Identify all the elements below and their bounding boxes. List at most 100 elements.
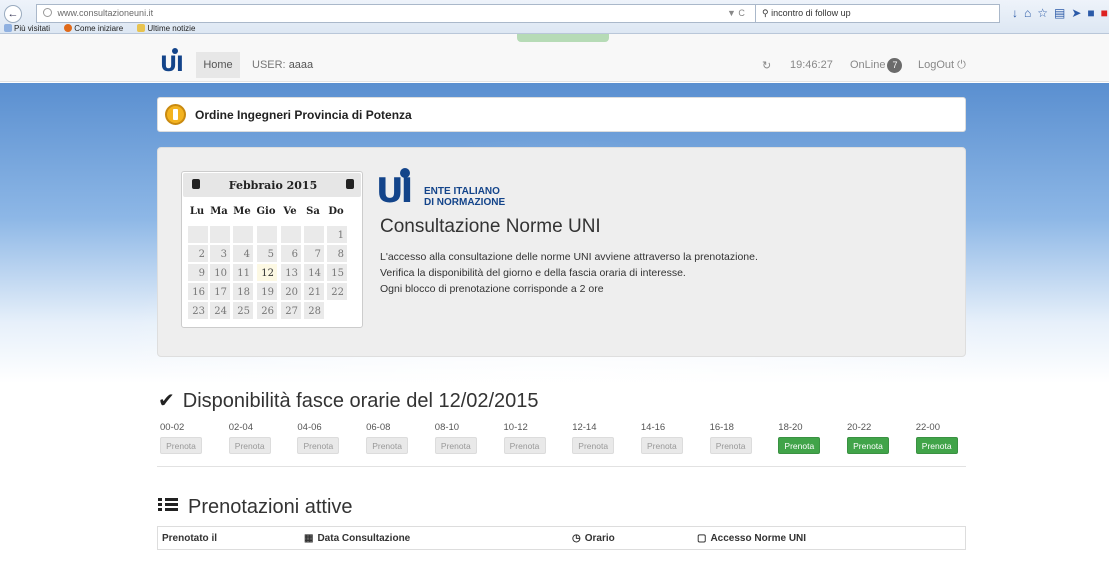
calendar-day[interactable]: 18 — [232, 282, 254, 301]
calendar-day[interactable]: 10 — [209, 263, 231, 282]
calendar-day[interactable]: 17 — [209, 282, 231, 301]
calendar-day[interactable]: 26 — [256, 301, 278, 320]
lock-icon: ▢ — [697, 533, 707, 544]
next-month-icon[interactable] — [346, 179, 354, 189]
back-icon[interactable]: ← — [4, 5, 22, 23]
consultation-title: Consultazione Norme UNI — [380, 216, 601, 237]
book-slot-button[interactable]: Prenota — [778, 437, 821, 454]
nav-user: USER: aaaa — [252, 59, 314, 71]
addon-icon[interactable]: ■ — [1087, 6, 1100, 20]
uni-mark-dot — [400, 168, 410, 178]
globe-icon — [43, 8, 52, 17]
calendar-day[interactable]: 4 — [232, 244, 254, 263]
bookmark-latest-news[interactable]: Ultime notizie — [137, 24, 201, 33]
calendar-day[interactable]: 28 — [303, 301, 325, 320]
bookmark-getting-started[interactable]: Come iniziare — [64, 24, 129, 33]
calendar-day[interactable]: 11 — [232, 263, 254, 282]
clock: 19:46:27 — [790, 59, 833, 71]
toolbar-icons: ↓⌂☆▤➤■■ — [1012, 6, 1109, 20]
time-slot-label: 20-22 — [847, 422, 872, 433]
online-count-badge: 7 — [887, 58, 903, 73]
uni-brand-line1: ENTE ITALIANO — [424, 186, 500, 197]
calendar-weekday: Me — [233, 206, 251, 217]
star-icon[interactable]: ☆ — [1037, 6, 1054, 20]
search-icon: ⚲ — [762, 8, 769, 18]
calendar-day[interactable]: 19 — [256, 282, 278, 301]
calendar-day[interactable]: 25 — [232, 301, 254, 320]
calendar-day[interactable]: 27 — [280, 301, 302, 320]
book-slot-button: Prenota — [503, 437, 546, 454]
url-bar[interactable]: www.consultazioneuni.it — [36, 4, 756, 23]
download-icon[interactable]: ↓ — [1012, 6, 1024, 20]
book-slot-button: Prenota — [297, 437, 340, 454]
calendar-day[interactable]: 14 — [303, 263, 325, 282]
col-consult-date: ▦ Data Consultazione — [304, 533, 411, 544]
calendar-empty-cell — [232, 225, 254, 244]
time-slot-label: 18-20 — [778, 422, 803, 433]
calendar-day[interactable]: 13 — [280, 263, 302, 282]
time-slot-label: 04-06 — [297, 422, 322, 433]
time-slot: 08-10 Prenota — [434, 422, 481, 454]
time-slot-label: 02-04 — [228, 422, 253, 433]
calendar-day[interactable]: 15 — [326, 263, 348, 282]
power-icon: ⏻ — [957, 59, 966, 71]
calendar-day[interactable]: 3 — [209, 244, 231, 263]
time-slot: 14-16 Prenota — [640, 422, 687, 454]
url-text: www.consultazioneuni.it — [57, 8, 154, 18]
calendar-empty-cell — [209, 225, 231, 244]
calendar-weekday: Sa — [306, 206, 320, 217]
prev-month-icon[interactable] — [192, 179, 200, 189]
calendar-month: Febbraio 2015 — [228, 179, 318, 192]
info-line-2: Verifica la disponibilità del giorno e d… — [380, 267, 686, 279]
browser-toolbar: ← www.consultazioneuni.it ▼ C ⚲ incontro… — [0, 0, 1109, 34]
book-slot-button[interactable]: Prenota — [847, 437, 889, 454]
calendar-day[interactable]: 6 — [280, 244, 302, 263]
calendar-day[interactable]: 20 — [280, 282, 302, 301]
time-slot: 06-08 Prenota — [366, 422, 412, 454]
calendar-day[interactable]: 5 — [256, 244, 278, 263]
browser-search-input[interactable]: ⚲ incontro di follow up — [755, 4, 1000, 23]
time-slot: 18-20 Prenota — [778, 422, 824, 454]
book-slot-button: Prenota — [160, 437, 202, 454]
time-slot: 10-12 Prenota — [503, 422, 550, 454]
book-slot-button: Prenota — [366, 437, 409, 454]
clock-icon: ◷ — [572, 533, 581, 544]
calendar-day[interactable]: 1 — [326, 225, 348, 244]
calendar-day[interactable]: 22 — [326, 282, 348, 301]
availability-title: ✔ Disponibilità fasce orarie del 12/02/20… — [158, 390, 539, 412]
send-icon[interactable]: ➤ — [1071, 6, 1087, 20]
time-slot-label: 12-14 — [572, 422, 597, 433]
bookmarks-bar: Più visitati Come iniziare Ultime notizi… — [4, 24, 207, 33]
calendar-day[interactable]: 8 — [326, 244, 348, 263]
time-slot-label: 08-10 — [434, 422, 460, 433]
bookings-table: Prenotato il ▦ Data Consultazione ◷ Orario… — [157, 526, 966, 550]
time-slot-label: 14-16 — [640, 422, 666, 433]
reload-icon[interactable]: ▼ C — [727, 8, 745, 18]
calendar-day[interactable]: 7 — [303, 244, 325, 263]
home-icon[interactable]: ⌂ — [1024, 6, 1037, 20]
uni-logo[interactable]: UI — [160, 48, 184, 76]
bookmark-most-visited[interactable]: Più visitati — [4, 24, 56, 33]
refresh-icon[interactable]: ↻ — [762, 59, 771, 72]
logout-button[interactable]: LogOut ⏻ — [918, 59, 966, 72]
book-slot-button: Prenota — [434, 437, 477, 454]
clipboard-icon[interactable]: ▤ — [1054, 6, 1071, 20]
nav-home[interactable]: Home — [196, 52, 240, 78]
calendar-day[interactable]: 24 — [209, 301, 231, 320]
uni-brand-logo: UI ENTE ITALIANO DI NORMAZIONE — [376, 168, 536, 210]
calendar-day[interactable]: 2 — [187, 244, 209, 263]
calendar-day[interactable]: 21 — [303, 282, 325, 301]
calendar-day[interactable]: 23 — [187, 301, 209, 320]
calendar-empty-cell — [303, 225, 325, 244]
time-slot-label: 06-08 — [366, 422, 391, 433]
time-slot: 00-02 Prenota — [160, 422, 206, 454]
calendar-day[interactable]: 16 — [187, 282, 209, 301]
time-slot-label: 22-00 — [915, 422, 940, 433]
addon-red-icon[interactable]: ■ — [1101, 6, 1109, 20]
app-navbar: UI Home USER: aaaa ↻ 19:46:27 OnLine 7 Lo… — [0, 34, 1109, 82]
calendar-day[interactable]: 12 — [256, 263, 278, 282]
calendar-day[interactable]: 9 — [187, 263, 209, 282]
calendar-weekday: Do — [328, 206, 344, 217]
book-slot-button[interactable]: Prenota — [915, 437, 958, 454]
notification-tab — [517, 34, 609, 42]
